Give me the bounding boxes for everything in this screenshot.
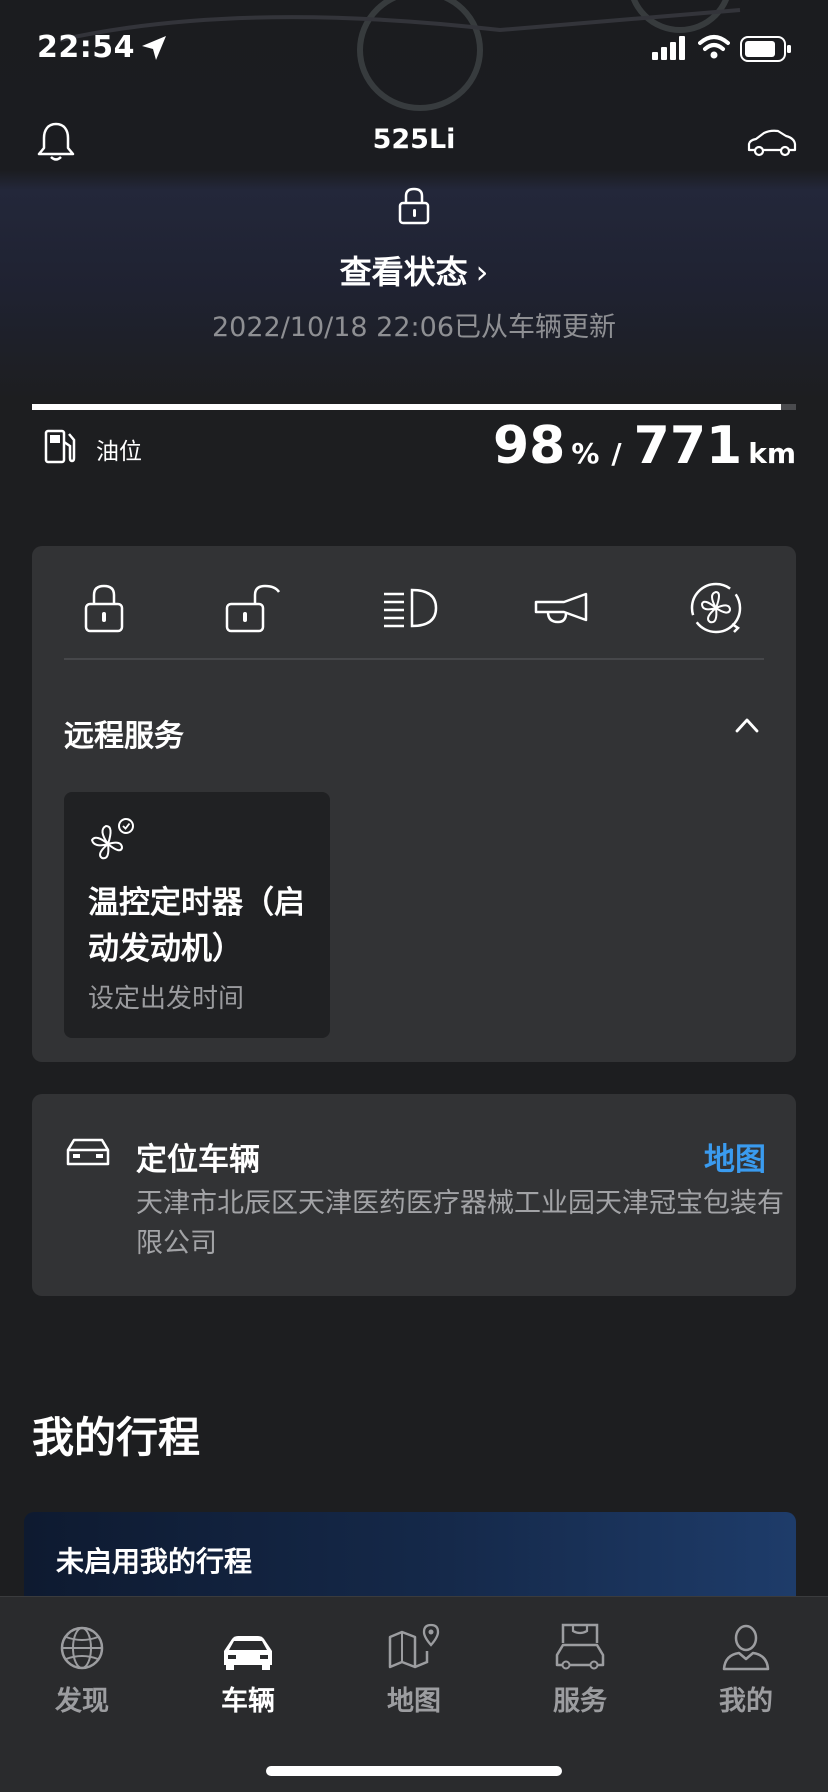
status-time: 22:54 [37, 30, 135, 65]
tab-label: 服务 [553, 1686, 607, 1717]
view-status-link[interactable]: 查看状态 › [0, 247, 828, 293]
climate-timer-title: 温控定时器（启动发动机） [88, 885, 305, 967]
wifi-icon [698, 35, 730, 59]
status-bar: 22:54 [0, 0, 828, 100]
fuel-percent-unit: % [571, 437, 600, 470]
tab-label: 我的 [719, 1686, 773, 1717]
chevron-up-icon[interactable] [734, 716, 760, 734]
fuel-level-bar [32, 404, 796, 410]
service-icon [555, 1623, 605, 1670]
locate-vehicle-title: 定位车辆 [136, 1142, 260, 1178]
ventilation-button[interactable] [680, 576, 752, 640]
climate-timer-tile[interactable]: 温控定时器（启动发动机） 设定出发时间 [64, 792, 330, 1038]
my-trips-card-text: 未启用我的行程 [56, 1545, 253, 1578]
fuel-separator: / [611, 437, 622, 470]
home-indicator [266, 1766, 562, 1776]
tab-label: 地图 [387, 1686, 441, 1717]
tab-label: 车辆 [221, 1686, 275, 1717]
battery-icon [740, 36, 791, 62]
fuel-range-unit: km [748, 437, 796, 470]
headlight-icon [384, 588, 438, 628]
locate-vehicle-card[interactable]: 定位车辆 地图 天津市北辰区天津医药医疗器械工业园天津冠宝包装有限公司 [32, 1094, 796, 1296]
headlight-flash-button[interactable] [374, 576, 446, 640]
lock-icon [84, 584, 124, 633]
map-link[interactable]: 地图 [704, 1134, 766, 1179]
view-status-label: 查看状态 [339, 253, 468, 291]
tab-service[interactable]: 服务 [520, 1619, 640, 1718]
tab-map[interactable]: 地图 [354, 1619, 474, 1718]
climate-timer-subtitle: 设定出发时间 [88, 984, 245, 1014]
fuel-readout: 98% / 771 km [493, 416, 796, 476]
remote-actions-row [32, 576, 796, 640]
lock-status-icon [398, 187, 430, 225]
car-front-icon [66, 1138, 110, 1166]
fuel-range: 771 [633, 416, 743, 476]
vehicle-address: 天津市北辰区天津医药医疗器械工业园天津冠宝包装有限公司 [136, 1188, 784, 1259]
last-updated-text: 2022/10/18 22:06已从车辆更新 [211, 312, 616, 343]
cellular-signal-icon [652, 36, 685, 60]
my-trips-title: 我的行程 [32, 1413, 201, 1462]
profile-icon [722, 1624, 770, 1671]
tab-label: 发现 [55, 1686, 109, 1717]
location-arrow-icon [142, 36, 166, 60]
fan-timer-icon [90, 818, 134, 860]
map-icon [388, 1623, 440, 1669]
bottom-tab-bar: 发现 车辆 地图 服务 我的 [0, 1596, 828, 1792]
horn-button[interactable] [528, 576, 600, 640]
lock-button[interactable] [68, 576, 140, 640]
ventilation-icon [690, 582, 742, 634]
remote-services-card: 远程服务 温控定时器（启动发动机） 设定出发时间 [32, 546, 796, 1062]
car-switch-icon[interactable] [746, 128, 798, 158]
car-icon [224, 1636, 272, 1670]
fuel-percent: 98 [492, 416, 566, 476]
remote-services-title: 远程服务 [64, 719, 184, 754]
horn-icon [534, 592, 588, 624]
chevron-right-icon: › [475, 253, 489, 291]
unlock-icon [225, 584, 281, 633]
tab-discover[interactable]: 发现 [22, 1619, 142, 1718]
tab-profile[interactable]: 我的 [686, 1619, 806, 1718]
actions-divider [64, 658, 764, 660]
fuel-label: 油位 [96, 439, 142, 465]
unlock-button[interactable] [220, 576, 292, 640]
vehicle-model-title: 525Li [372, 124, 456, 155]
fuel-level-fill [32, 404, 781, 410]
fuel-pump-icon [44, 429, 76, 464]
tab-vehicle[interactable]: 车辆 [188, 1619, 308, 1718]
globe-icon [60, 1626, 104, 1670]
